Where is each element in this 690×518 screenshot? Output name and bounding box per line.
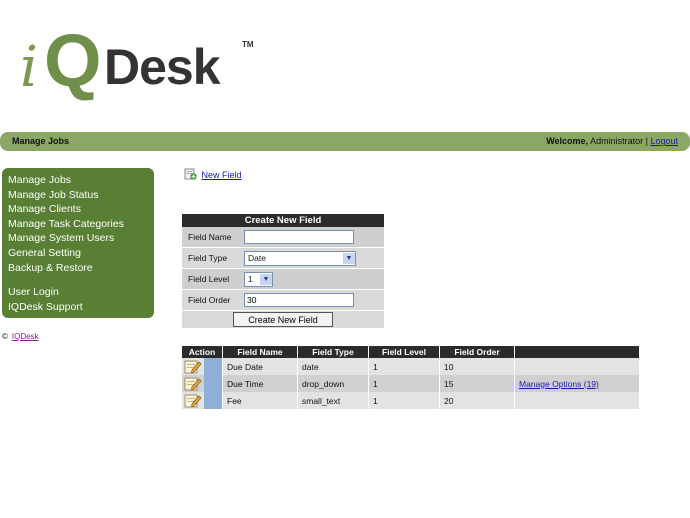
field-name-label: Field Name: [188, 232, 232, 242]
sidebar-item-manage-jobs[interactable]: Manage Jobs: [8, 173, 154, 188]
logo-letter-i: i: [20, 35, 38, 100]
table-header-row: Action Field Name Field Type Field Level…: [182, 346, 640, 358]
action-cell: [182, 375, 223, 392]
sidebar-spacer: [8, 275, 154, 285]
welcome-area: Welcome, Administrator | Logout: [546, 136, 678, 146]
field-type-label: Field Type: [188, 253, 228, 263]
sidebar-item-manage-job-status[interactable]: Manage Job Status: [8, 188, 154, 203]
row-marker: [204, 358, 222, 375]
col-field-order: Field Order: [439, 346, 515, 358]
field-level-select[interactable]: 1 ▼: [244, 271, 273, 287]
form-button-row: Create New Field: [182, 311, 384, 328]
form-title: Create New Field: [182, 214, 384, 227]
field-level-row: Field Level 1 ▼: [182, 269, 384, 290]
fields-table: Action Field Name Field Type Field Level…: [182, 346, 640, 409]
table-row: Due Time drop_down 1 15 Manage Options (…: [182, 375, 640, 392]
logout-link[interactable]: Logout: [650, 136, 678, 146]
extra-cell: [514, 358, 640, 375]
field-order-cell: 15: [439, 375, 515, 392]
sidebar-item-backup-restore[interactable]: Backup & Restore: [8, 261, 154, 276]
field-name-cell: Due Time: [222, 375, 298, 392]
create-field-form: Create New Field Field Name Field Type D…: [182, 214, 384, 328]
logo-letter-q: Q: [44, 19, 102, 102]
field-type-row: Field Type Date ▼: [182, 248, 384, 269]
field-type-cell: date: [297, 358, 369, 375]
sidebar-item-manage-clients[interactable]: Manage Clients: [8, 202, 154, 217]
field-level-label: Field Level: [188, 274, 230, 284]
username: Administrator: [590, 136, 644, 146]
header-bar: Manage Jobs Welcome, Administrator | Log…: [0, 132, 690, 151]
logo-trademark: TM: [242, 40, 254, 49]
field-order-cell: 20: [439, 392, 515, 409]
copyright-symbol: ©: [2, 332, 8, 341]
col-field-type: Field Type: [297, 346, 369, 358]
field-type-select[interactable]: Date ▼: [244, 250, 356, 266]
field-order-row: Field Order: [182, 290, 384, 311]
sidebar-nav: Manage Jobs Manage Job Status Manage Cli…: [2, 168, 154, 318]
sidebar-item-iqdesk-support[interactable]: IQDesk Support: [8, 300, 154, 315]
extra-cell: Manage Options (19): [514, 375, 640, 392]
table-row: Due Date date 1 10: [182, 358, 640, 375]
extra-cell: [514, 392, 640, 409]
sidebar-item-general-setting[interactable]: General Setting: [8, 246, 154, 261]
chevron-down-icon[interactable]: ▼: [260, 273, 272, 285]
field-level-cell: 1: [368, 375, 440, 392]
logo-wordmark: Desk: [104, 39, 221, 95]
add-field-icon[interactable]: [184, 168, 197, 180]
row-marker: [204, 375, 222, 392]
action-cell: [182, 392, 223, 409]
field-type-cell: drop_down: [297, 375, 369, 392]
field-name-cell: Due Date: [222, 358, 298, 375]
create-new-field-button[interactable]: Create New Field: [233, 312, 333, 327]
field-order-cell: 10: [439, 358, 515, 375]
chevron-down-icon[interactable]: ▼: [343, 252, 355, 264]
row-marker: [204, 392, 222, 409]
new-field-link[interactable]: New Field: [202, 170, 242, 180]
field-type-cell: small_text: [297, 392, 369, 409]
field-order-label: Field Order: [188, 295, 231, 305]
field-name-row: Field Name: [182, 227, 384, 248]
field-level-cell: 1: [368, 392, 440, 409]
action-cell: [182, 358, 223, 375]
field-type-value: Date: [248, 253, 266, 263]
edit-icon[interactable]: [184, 359, 202, 374]
welcome-label: Welcome,: [546, 136, 589, 146]
new-field-area: New Field: [184, 168, 242, 180]
copyright: © IQDesk: [2, 332, 39, 341]
field-order-input[interactable]: [244, 293, 354, 307]
field-level-cell: 1: [368, 358, 440, 375]
table-row: Fee small_text 1 20: [182, 392, 640, 409]
sidebar-item-user-login[interactable]: User Login: [8, 285, 154, 300]
edit-icon[interactable]: [184, 376, 202, 391]
page-title: Manage Jobs: [12, 136, 70, 146]
edit-icon[interactable]: [184, 393, 202, 408]
col-action: Action: [182, 346, 223, 358]
col-extra: [514, 346, 640, 358]
manage-options-link[interactable]: Manage Options (19): [519, 379, 599, 389]
iqdesk-logo: i Q Desk TM: [20, 18, 254, 106]
field-name-cell: Fee: [222, 392, 298, 409]
field-level-value: 1: [248, 274, 253, 284]
field-name-input[interactable]: [244, 230, 354, 244]
sidebar-item-manage-task-categories[interactable]: Manage Task Categories: [8, 217, 154, 232]
iqdesk-link[interactable]: IQDesk: [12, 332, 39, 341]
col-field-level: Field Level: [368, 346, 440, 358]
sidebar-item-manage-system-users[interactable]: Manage System Users: [8, 231, 154, 246]
col-field-name: Field Name: [222, 346, 298, 358]
separator: |: [645, 136, 648, 146]
